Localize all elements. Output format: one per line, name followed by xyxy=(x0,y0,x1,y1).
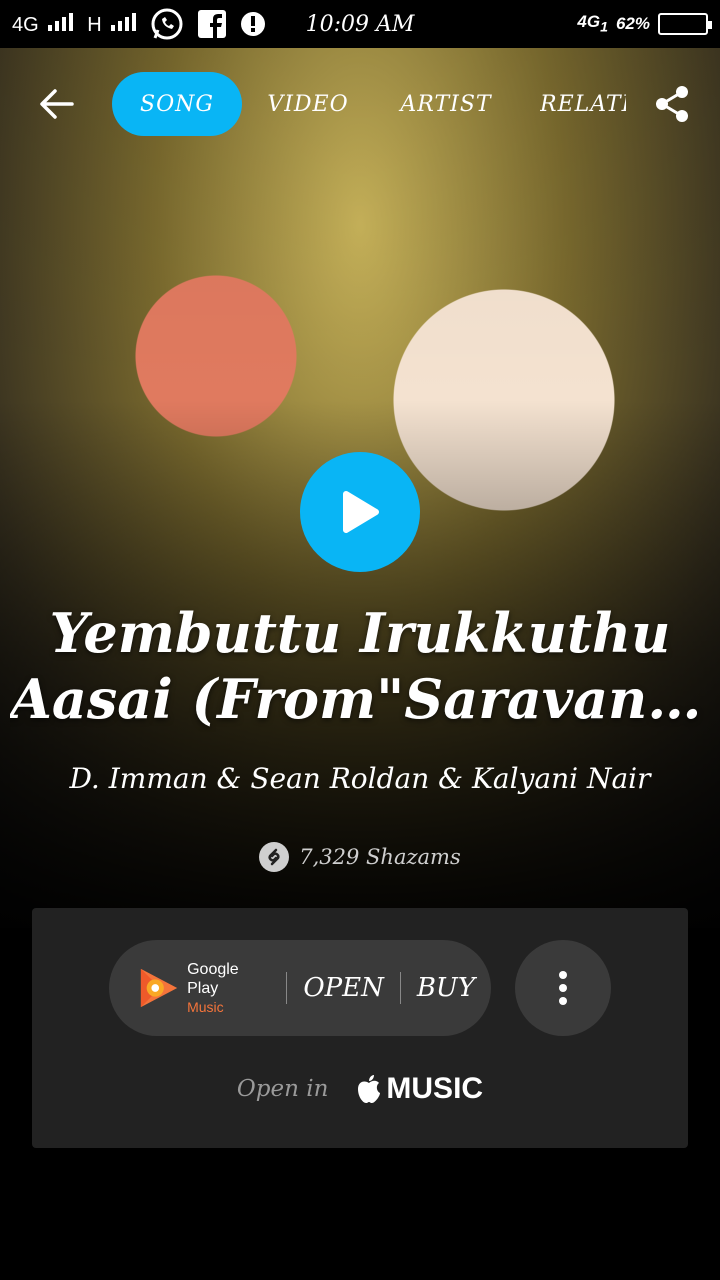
back-button[interactable] xyxy=(36,84,76,124)
alert-icon xyxy=(241,12,266,36)
back-arrow-icon xyxy=(40,89,74,119)
share-icon xyxy=(656,86,688,122)
network-4g-label: 4G xyxy=(12,14,39,36)
tab-artist-label: ARTIST xyxy=(400,91,492,117)
network-indicator-4g-secondary: 4G1 xyxy=(577,12,608,35)
google-play-music-pill: Google Play Music OPEN BUY xyxy=(109,940,491,1036)
play-button[interactable] xyxy=(300,452,420,572)
tab-video[interactable]: VIDEO xyxy=(262,72,354,136)
share-button[interactable] xyxy=(652,84,692,124)
network-4g-secondary-label: 4G xyxy=(577,12,601,32)
tab-related[interactable]: RELATED xyxy=(540,72,626,136)
google-play-music-text: Google Play Music xyxy=(187,960,270,1017)
sim-slot-label: 1 xyxy=(600,19,608,36)
play-icon xyxy=(343,491,379,533)
whatsapp-icon xyxy=(151,8,183,40)
tab-related-label: RELATED xyxy=(540,91,626,117)
tab-song-label: SONG xyxy=(140,91,214,117)
google-play-label: Google Play xyxy=(187,960,239,997)
signal-icon xyxy=(48,11,74,31)
music-label: Music xyxy=(187,998,224,1015)
more-dot xyxy=(559,971,567,979)
shazam-count: 7,329 Shazams xyxy=(0,842,720,872)
song-title: Yembuttu Irukkuthu Aasai (From"Saravana.… xyxy=(10,600,710,732)
shazam-count-label: 7,329 Shazams xyxy=(299,845,461,869)
tab-song[interactable]: SONG xyxy=(112,72,242,136)
open-in-apple-music[interactable]: Open in MUSIC xyxy=(32,1072,688,1106)
apple-music-label: MUSIC xyxy=(386,1072,484,1105)
top-nav: SONG VIDEO ARTIST RELATED xyxy=(0,72,720,136)
signal-icon xyxy=(111,11,137,31)
network-indicator-h: H xyxy=(87,11,137,37)
open-in-label: Open in xyxy=(236,1076,329,1102)
open-button[interactable]: OPEN xyxy=(287,973,400,1003)
facebook-icon xyxy=(198,10,227,38)
battery-percent: 62% xyxy=(615,13,650,33)
song-title-line-1: Yembuttu Irukkuthu xyxy=(49,601,671,665)
song-title-line-2: Aasai (From"Saravana... xyxy=(10,667,710,731)
apple-music-logo: MUSIC xyxy=(356,1072,483,1106)
more-options-button[interactable] xyxy=(515,940,611,1036)
battery-icon xyxy=(658,12,712,35)
store-card: Google Play Music OPEN BUY Open in MUSIC xyxy=(32,908,688,1148)
shazam-icon xyxy=(259,842,290,872)
apple-icon xyxy=(358,1075,381,1103)
tab-artist[interactable]: ARTIST xyxy=(398,72,494,136)
more-dot xyxy=(559,984,567,992)
buy-button[interactable]: BUY xyxy=(401,973,491,1003)
network-h-label: H xyxy=(87,14,102,36)
tab-video-label: VIDEO xyxy=(267,91,349,117)
more-dot xyxy=(559,997,567,1005)
artist-names[interactable]: D. Imman & Sean Roldan & Kalyani Nair xyxy=(0,762,720,795)
google-play-music-icon xyxy=(140,968,178,1008)
network-indicator-4g: 4G xyxy=(12,11,74,37)
status-bar: 4G H 10:09 AM 4G1 62% xyxy=(0,0,720,48)
